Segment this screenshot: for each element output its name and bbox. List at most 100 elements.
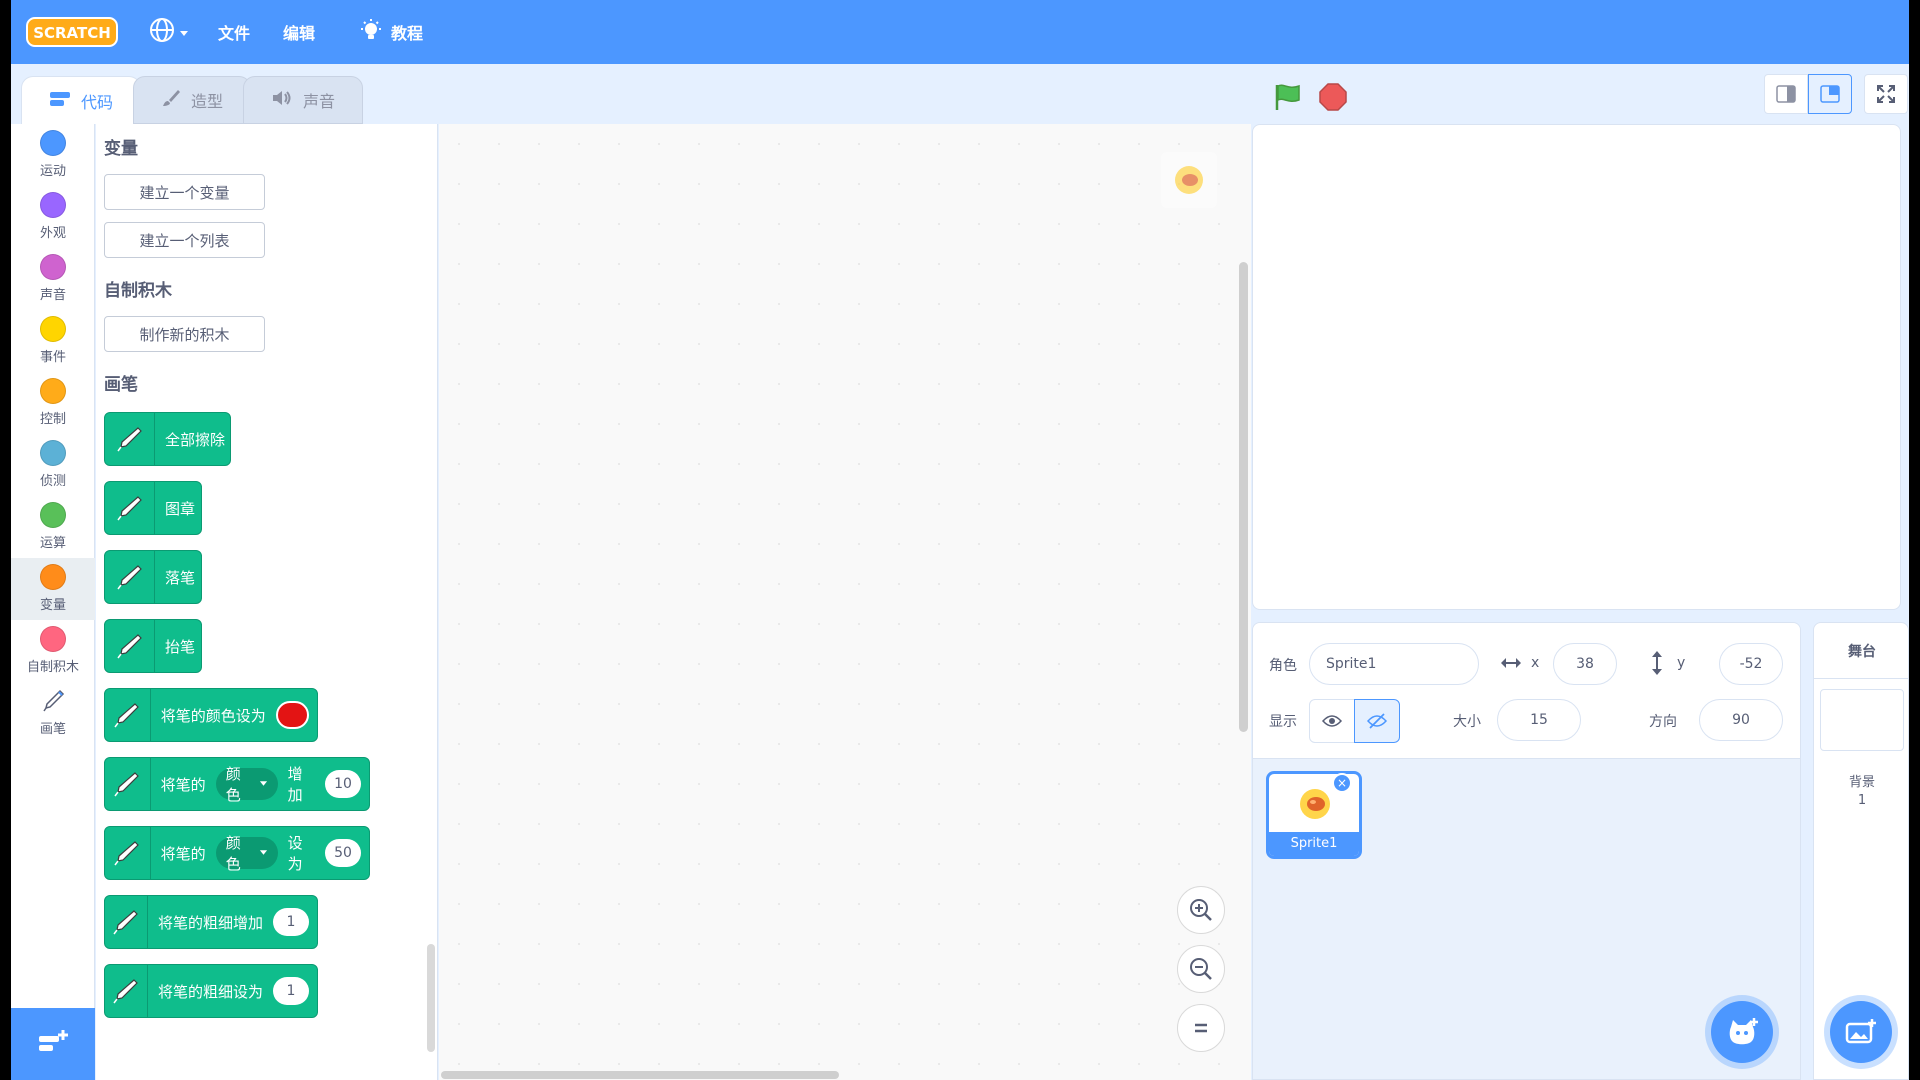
stage-view-buttons: [1764, 74, 1908, 114]
category-dot: [40, 626, 66, 652]
stage-target-pane[interactable]: 舞台 背景 1: [1813, 622, 1909, 1080]
choose-backdrop-button[interactable]: [1830, 1001, 1892, 1063]
tutorials-label: 教程: [391, 24, 424, 43]
small-stage-button[interactable]: [1764, 74, 1808, 114]
block-set-pen-color[interactable]: 将笔的颜色设为: [104, 688, 318, 742]
pen-icon: [105, 412, 155, 466]
y-input[interactable]: -52: [1719, 643, 1783, 685]
category-pen[interactable]: 画笔: [11, 682, 95, 744]
tab-code-label: 代码: [80, 92, 113, 112]
direction-input[interactable]: 90: [1699, 699, 1783, 741]
make-block-button[interactable]: 制作新的积木: [104, 316, 265, 352]
block-number-input[interactable]: 10: [325, 770, 361, 798]
category-label: 运动: [39, 164, 66, 179]
pen-icon: [105, 964, 148, 1018]
size-input[interactable]: 15: [1497, 699, 1581, 741]
backdrops-count: 1: [1857, 793, 1867, 808]
block-pen-up[interactable]: 抬笔: [104, 619, 202, 673]
palette-scrollbar[interactable]: [427, 944, 435, 1052]
globe-icon: [149, 17, 175, 47]
stage-pane-title: 舞台: [1814, 623, 1909, 679]
delete-sprite-button[interactable]: ×: [1332, 773, 1352, 793]
cat-add-icon: [1729, 1018, 1758, 1045]
category-events[interactable]: 事件: [11, 310, 95, 372]
tab-sounds[interactable]: 声音: [243, 76, 363, 124]
tutorials-menu[interactable]: 教程: [359, 0, 423, 64]
vertical-arrows-icon: [1649, 649, 1665, 681]
category-my-blocks[interactable]: 自制积木: [11, 620, 95, 682]
code-icon: [49, 90, 71, 112]
block-pen-down[interactable]: 落笔: [104, 550, 202, 604]
block-stamp[interactable]: 图章: [104, 481, 202, 535]
tab-sounds-label: 声音: [302, 92, 335, 111]
add-extension-button[interactable]: [11, 1008, 95, 1080]
block-label: 增加: [287, 765, 303, 804]
workspace-vertical-scrollbar[interactable]: [1239, 262, 1248, 732]
stage-canvas[interactable]: [1252, 124, 1901, 610]
menu-bar: SCRATCH 文件 编辑 教程: [11, 0, 1909, 64]
category-operators[interactable]: 运算: [11, 496, 95, 558]
scratch-logo[interactable]: SCRATCH: [26, 16, 118, 48]
block-number-input[interactable]: 1: [273, 977, 309, 1005]
workspace-horizontal-scrollbar[interactable]: [441, 1071, 839, 1079]
speaker-icon: [271, 89, 293, 111]
hide-sprite-button[interactable]: [1354, 699, 1400, 743]
category-label: 外观: [39, 226, 66, 241]
zoom-out-button[interactable]: [1177, 945, 1225, 993]
tab-code[interactable]: 代码: [21, 76, 141, 124]
fullscreen-button[interactable]: [1864, 74, 1908, 114]
show-sprite-button[interactable]: [1309, 699, 1355, 743]
make-list-button[interactable]: 建立一个列表: [104, 222, 265, 258]
normal-stage-icon: [1820, 85, 1840, 103]
language-menu[interactable]: [149, 0, 189, 64]
block-erase-all[interactable]: 全部擦除: [104, 412, 231, 466]
zoom-in-button[interactable]: [1177, 886, 1225, 934]
block-set-pen-size[interactable]: 将笔的粗细设为 1: [104, 964, 318, 1018]
sprite-name-input[interactable]: Sprite1: [1309, 643, 1479, 685]
choose-sprite-button[interactable]: [1711, 1001, 1773, 1063]
block-change-pen-param[interactable]: 将笔的 颜色 增加 10: [104, 757, 370, 811]
category-sensing[interactable]: 侦测: [11, 434, 95, 496]
zoom-in-icon: [1190, 899, 1212, 921]
normal-stage-button[interactable]: [1808, 74, 1852, 114]
pen-param-dropdown[interactable]: 颜色: [215, 765, 278, 804]
category-motion[interactable]: 运动: [11, 124, 95, 186]
stop-button[interactable]: [1318, 82, 1348, 116]
category-label: 声音: [39, 288, 66, 303]
category-sound[interactable]: 声音: [11, 248, 95, 310]
chevron-down-icon: [179, 23, 189, 42]
make-variable-button[interactable]: 建立一个变量: [104, 174, 265, 210]
sprite-thumbnail: [1295, 784, 1335, 828]
zoom-reset-button[interactable]: [1177, 1004, 1225, 1052]
category-variables[interactable]: 变量: [11, 558, 95, 620]
close-icon: ×: [1336, 776, 1348, 790]
fullscreen-icon: [1877, 85, 1895, 103]
file-menu[interactable]: 文件: [218, 0, 250, 64]
x-label: x: [1531, 655, 1540, 671]
code-workspace[interactable]: [439, 124, 1251, 1080]
block-number-input[interactable]: 50: [325, 839, 361, 867]
category-looks[interactable]: 外观: [11, 186, 95, 248]
category-dot: [40, 130, 66, 156]
category-dot: [40, 316, 66, 342]
my-blocks-section-title: 自制积木: [104, 281, 172, 301]
green-flag-button[interactable]: [1272, 82, 1302, 116]
category-control[interactable]: 控制: [11, 372, 95, 434]
category-label: 变量: [39, 598, 66, 613]
scratch-editor: SCRATCH 文件 编辑 教程 代码 造型 声音 运动 外观 声音 事件 控制…: [11, 0, 1909, 1080]
x-input[interactable]: 38: [1553, 643, 1617, 685]
block-label: 设为: [287, 834, 303, 873]
block-set-pen-param[interactable]: 将笔的 颜色 设为 50: [104, 826, 370, 880]
pen-param-dropdown[interactable]: 颜色: [215, 834, 278, 873]
block-change-pen-size[interactable]: 将笔的粗细增加 1: [104, 895, 318, 949]
backdrops-label: 背景: [1848, 775, 1875, 790]
category-label: 自制积木: [26, 660, 79, 675]
category-menu: 运动 外观 声音 事件 控制 侦测 运算 变量 自制积木 画笔: [11, 124, 95, 1080]
pen-icon: [105, 895, 148, 949]
pen-color-swatch[interactable]: [275, 701, 309, 729]
tab-costumes[interactable]: 造型: [133, 76, 251, 124]
chevron-down-icon: [259, 781, 267, 786]
block-label: 落笔: [165, 568, 196, 587]
edit-menu[interactable]: 编辑: [283, 0, 315, 64]
block-number-input[interactable]: 1: [273, 908, 309, 936]
